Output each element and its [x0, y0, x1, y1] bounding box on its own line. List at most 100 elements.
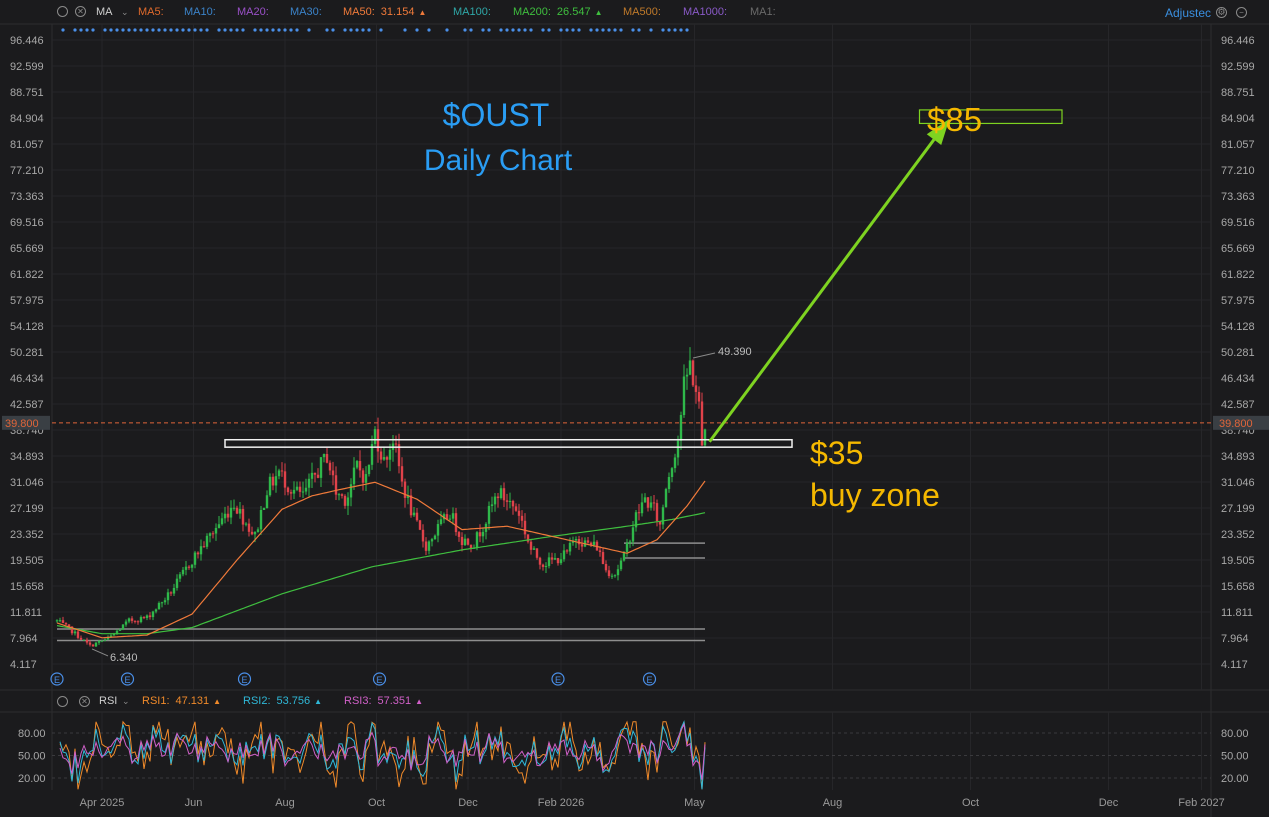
x-tick-label: May — [684, 797, 705, 809]
close-icon[interactable]: ✕ — [75, 6, 86, 17]
y-tick-label-right: 96.446 — [1221, 35, 1255, 47]
event-dot — [361, 28, 365, 32]
candle-body — [685, 374, 689, 377]
candle-body — [247, 523, 251, 532]
ma-legend-item[interactable]: MA50: 31.154 ▲ — [343, 6, 426, 18]
adjusted-dropdown[interactable]: Adjustec — [1165, 6, 1211, 20]
candle-body — [568, 542, 572, 552]
rsi-indicator-name[interactable]: RSI — [99, 695, 117, 707]
event-dot — [217, 28, 221, 32]
event-dot — [169, 28, 173, 32]
rsi-legend-item[interactable]: RSI1: 47.131 ▲ — [142, 695, 221, 707]
indicator-name[interactable]: MA — [96, 6, 113, 18]
event-dot — [349, 28, 353, 32]
buy-zone-box — [224, 438, 793, 448]
rsi-legend-label: RSI1: — [142, 695, 170, 707]
settings-gear-icon[interactable] — [57, 6, 68, 17]
ma-legend-item[interactable]: MA30: — [290, 6, 322, 18]
event-dot — [511, 28, 515, 32]
candle-body — [214, 527, 218, 534]
y-tick-label-left: 96.446 — [10, 35, 44, 47]
candle-body — [94, 642, 98, 647]
y-tick-label-left: 61.822 — [10, 269, 44, 281]
ma-legend-item[interactable]: MA1: — [750, 6, 776, 18]
settings-gear-icon[interactable] — [57, 696, 68, 707]
close-icon[interactable]: ✕ — [79, 696, 90, 707]
candle-body — [673, 457, 677, 469]
candle-body — [208, 533, 212, 536]
candle-body — [226, 513, 230, 518]
candle-body — [574, 539, 578, 541]
candle-body — [199, 546, 203, 555]
candle-body — [265, 495, 269, 509]
candle-body — [349, 484, 353, 498]
chevron-down-icon[interactable]: ⌄ — [121, 7, 129, 18]
event-dot — [193, 28, 197, 32]
candle-body — [157, 602, 161, 610]
candle-body — [277, 470, 281, 477]
event-dot — [325, 28, 329, 32]
x-tick-label: Oct — [368, 797, 385, 809]
ma-legend-item[interactable]: MA500: — [623, 6, 661, 18]
close-icon[interactable]: − — [1236, 7, 1247, 18]
candle-body — [703, 429, 707, 446]
candle-body — [433, 535, 437, 540]
event-dot — [79, 28, 83, 32]
candle-body — [661, 507, 665, 525]
candle-body — [196, 552, 200, 555]
candle-body — [616, 569, 620, 576]
candle-body — [625, 542, 629, 552]
ma-legend-item[interactable]: MA10: — [184, 6, 216, 18]
candle-body — [283, 471, 287, 488]
candle-body — [337, 494, 341, 496]
candle-body — [670, 468, 674, 478]
event-dot — [637, 28, 641, 32]
event-dot — [127, 28, 131, 32]
chart-subtitle: Daily Chart — [424, 144, 573, 177]
candle-body — [103, 639, 107, 641]
candle-body — [184, 566, 188, 570]
candle-body — [160, 602, 164, 604]
ma-legend-item[interactable]: MA100: — [453, 6, 491, 18]
candle-body — [295, 486, 299, 490]
ma-legend-item[interactable]: MA200: 26.547 ▲ — [513, 6, 603, 18]
ma-legend-item[interactable]: MA1000: — [683, 6, 727, 18]
candle-body — [268, 476, 272, 496]
settings-icon[interactable]: ⚙ — [1216, 7, 1227, 18]
candle-body — [688, 360, 692, 375]
ma-toolbar: ✕ MA ⌄ MA5: MA10: MA20: MA30: MA50: 31.154 ▲ MA… — [0, 0, 1269, 24]
candle-body — [148, 615, 152, 618]
event-dot — [91, 28, 95, 32]
candle-body — [613, 575, 617, 577]
earnings-marker-letter: E — [555, 675, 561, 685]
candle-body — [85, 639, 89, 643]
candle-body — [322, 454, 326, 458]
event-dot — [685, 28, 689, 32]
candle-body — [193, 552, 197, 565]
rsi-tick-left: 80.00 — [18, 728, 46, 740]
candle-body — [367, 464, 371, 475]
candle-body — [91, 644, 95, 647]
rsi-legend-label: RSI2: — [243, 695, 271, 707]
candle-body — [64, 622, 68, 625]
rsi-legend-item[interactable]: RSI2: 53.756 ▲ — [243, 695, 322, 707]
candle-body — [418, 520, 422, 530]
y-tick-label-left: 31.046 — [10, 477, 44, 489]
ma-legend-item[interactable]: MA5: — [138, 6, 164, 18]
y-tick-label-left: 15.658 — [10, 581, 44, 593]
rsi-legend-item[interactable]: RSI3: 57.351 ▲ — [344, 695, 423, 707]
ma-legend-item[interactable]: MA20: — [237, 6, 269, 18]
candle-body — [82, 639, 86, 641]
y-tick-label-left: 65.669 — [10, 243, 44, 255]
candle-body — [511, 500, 515, 507]
candle-body — [202, 546, 206, 548]
earnings-marker-letter: E — [376, 675, 382, 685]
candle-body — [223, 513, 227, 519]
candle-body — [76, 631, 80, 638]
chevron-down-icon[interactable]: ⌄ — [122, 696, 130, 707]
candle-body — [538, 557, 542, 565]
y-tick-label-right: 88.751 — [1221, 87, 1255, 99]
y-tick-label-left: 19.505 — [10, 555, 44, 567]
candle-body — [304, 487, 308, 492]
candle-body — [169, 592, 173, 594]
